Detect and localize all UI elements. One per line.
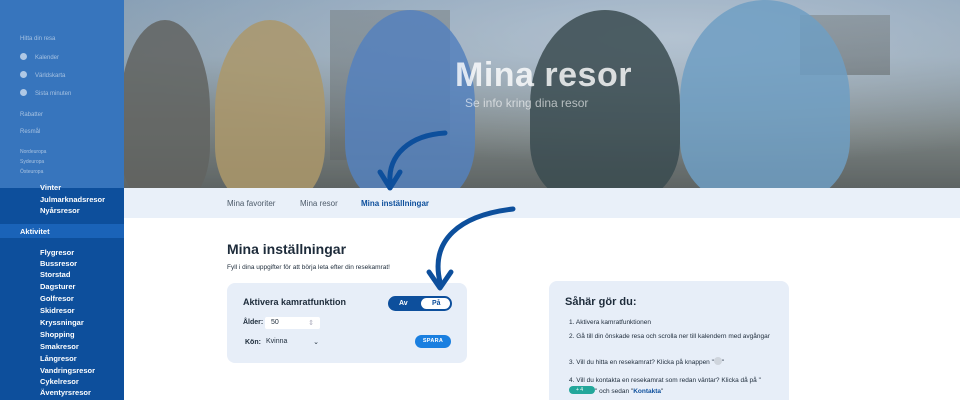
guide-arrows — [377, 130, 516, 291]
page: Mina resor Se info kring dina resor Hitt… — [0, 0, 960, 400]
